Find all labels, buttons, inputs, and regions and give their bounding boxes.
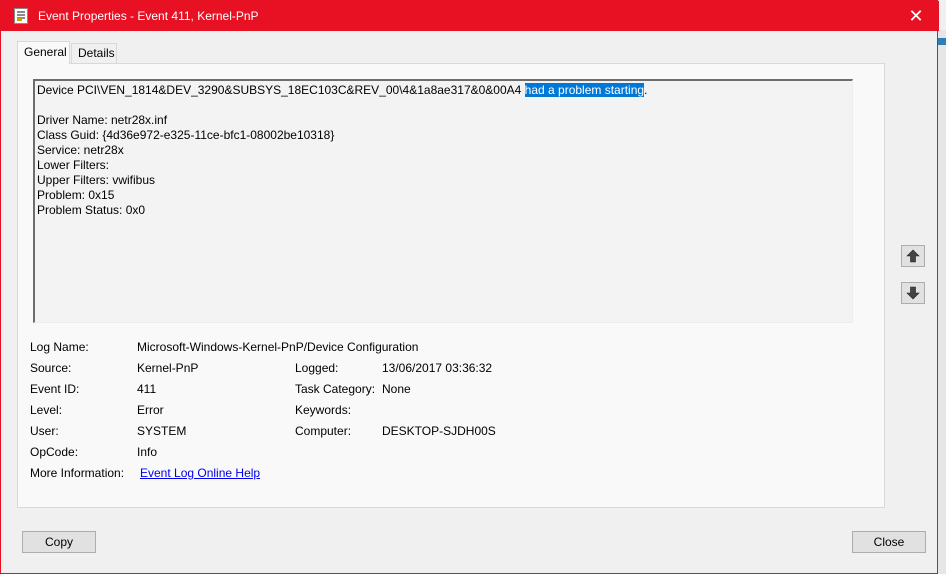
device-path-text: Device PCI\VEN_1814&DEV_3290&SUBSYS_18EC… (37, 83, 525, 97)
description-line-driver-name: Driver Name: netr28x.inf (37, 113, 168, 127)
description-textbox[interactable]: Device PCI\VEN_1814&DEV_3290&SUBSYS_18EC… (33, 79, 853, 323)
computer-label: Computer: (295, 424, 352, 438)
more-information-label: More Information: (30, 466, 125, 480)
tab-details[interactable]: Details (71, 43, 117, 63)
next-event-button[interactable] (901, 282, 925, 304)
log-name-value[interactable]: Microsoft-Windows-Kernel-PnP/Device Conf… (137, 340, 418, 354)
previous-event-button[interactable] (901, 245, 925, 267)
level-value[interactable]: Error (137, 403, 164, 417)
user-value[interactable]: SYSTEM (137, 424, 186, 438)
arrow-down-icon (906, 286, 920, 300)
opcode-label: OpCode: (30, 445, 79, 459)
event-viewer-icon (14, 8, 28, 24)
task-category-value[interactable]: None (382, 382, 411, 396)
description-line-class-guid: Class Guid: {4d36e972-e325-11ce-bfc1-080… (37, 128, 335, 142)
description-line-service: Service: netr28x (37, 143, 124, 157)
user-label: User: (30, 424, 59, 438)
logged-value[interactable]: 13/06/2017 03:36:32 (382, 361, 492, 375)
event-properties-window: Event Properties - Event 411, Kernel-PnP… (0, 0, 939, 574)
description-line-upper-filters: Upper Filters: vwifibus (37, 173, 156, 187)
description-period: . (644, 83, 648, 97)
close-window-button[interactable]: ✕ (893, 1, 939, 31)
computer-value[interactable]: DESKTOP-SJDH00S (382, 424, 496, 438)
description-blank-line (37, 98, 852, 113)
close-button[interactable]: Close (852, 531, 926, 553)
level-label: Level: (30, 403, 63, 417)
opcode-value[interactable]: Info (137, 445, 157, 459)
event-log-online-help-link[interactable]: Event Log Online Help (140, 466, 260, 480)
general-panel: Device PCI\VEN_1814&DEV_3290&SUBSYS_18EC… (17, 63, 885, 508)
task-category-label: Task Category: (295, 382, 376, 396)
log-name-label: Log Name: (30, 340, 89, 354)
description-line-lower-filters: Lower Filters: (37, 158, 110, 172)
arrow-up-icon (906, 249, 920, 263)
background-accent (938, 38, 946, 45)
event-id-value[interactable]: 411 (137, 382, 156, 396)
source-value[interactable]: Kernel-PnP (137, 361, 198, 375)
description-line-problem-status: Problem Status: 0x0 (37, 203, 146, 217)
tab-general[interactable]: General (17, 41, 70, 64)
selected-text: had a problem starting (524, 83, 645, 97)
background-strip (938, 30, 946, 574)
event-id-label: Event ID: (30, 382, 80, 396)
title-bar[interactable]: Event Properties - Event 411, Kernel-PnP… (1, 1, 939, 31)
window-title: Event Properties - Event 411, Kernel-PnP (38, 9, 259, 23)
copy-button[interactable]: Copy (22, 531, 96, 553)
description-line-device: Device PCI\VEN_1814&DEV_3290&SUBSYS_18EC… (37, 83, 852, 98)
keywords-label: Keywords: (295, 403, 352, 417)
description-line-problem: Problem: 0x15 (37, 188, 115, 202)
source-label: Source: (30, 361, 72, 375)
logged-label: Logged: (295, 361, 339, 375)
